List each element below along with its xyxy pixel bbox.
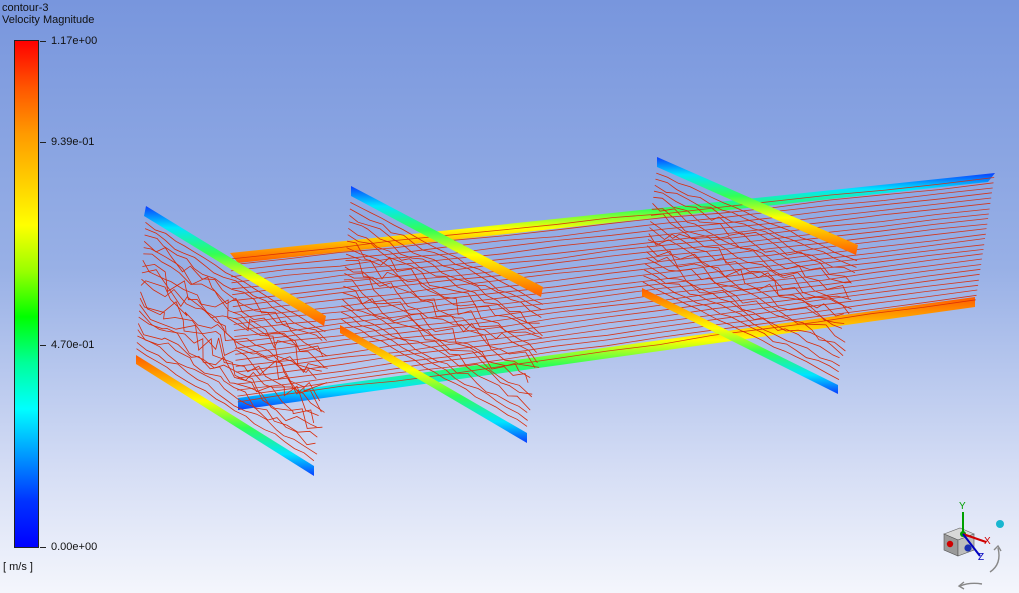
- isometric-view-icon[interactable]: [996, 520, 1004, 528]
- quantity-label: Velocity Magnitude: [2, 14, 95, 26]
- z-axis-label: Z: [978, 552, 984, 563]
- color-legend-bar: [14, 40, 39, 548]
- legend-lower-label: 4.70e-01: [51, 339, 95, 351]
- x-axis-label: X: [984, 536, 991, 547]
- legend-tick-upper: [40, 142, 46, 143]
- legend-upper-label: 9.39e-01: [51, 136, 95, 148]
- rotate-ccw-icon[interactable]: [959, 582, 983, 587]
- legend-tick-lower: [40, 345, 46, 346]
- contour-scene: [136, 157, 995, 476]
- legend-unit-label: [ m/s ]: [3, 561, 33, 573]
- z-axis-knob-icon: [964, 544, 972, 552]
- legend-max-label: 1.17e+00: [51, 35, 98, 47]
- rotate-cw-icon[interactable]: [989, 547, 1000, 573]
- axis-triad[interactable]: Y X Z: [930, 498, 1016, 590]
- legend-tick-min: [40, 547, 46, 548]
- contour-title: contour-3: [2, 2, 49, 14]
- horizontal-slab: [230, 173, 995, 410]
- legend-tick-max: [40, 41, 46, 42]
- legend-min-label: 0.00e+00: [51, 541, 98, 553]
- y-axis-label: Y: [959, 501, 966, 512]
- graphics-viewport[interactable]: contour-3 Velocity Magnitude 1.17e+00 9.…: [0, 0, 1019, 593]
